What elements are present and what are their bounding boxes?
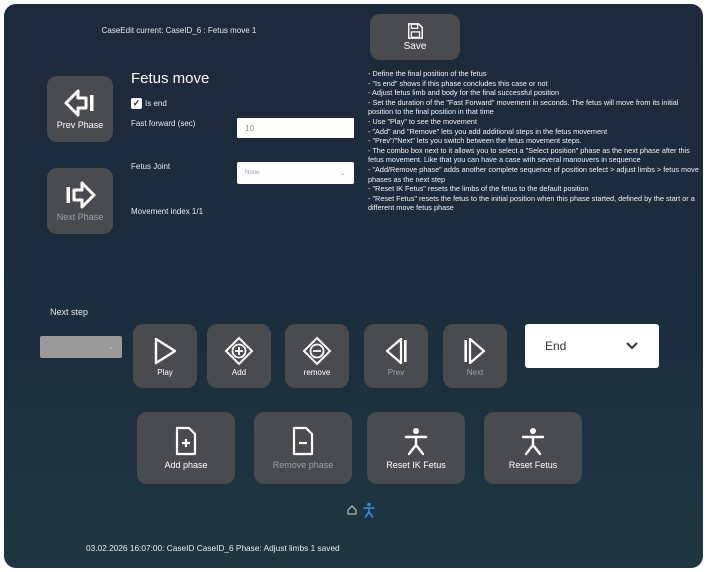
help-line: - "Prev"/"Next" lets you switch between … xyxy=(368,136,582,146)
movement-index: Movement index 1/1 xyxy=(131,207,204,216)
play-icon xyxy=(154,337,177,364)
case-edit-panel: CaseEdit current: CaseID_6 : Fetus move … xyxy=(4,4,703,568)
help-line: - Adjust fetus limb and body for the fin… xyxy=(368,88,560,98)
remove-label: remove xyxy=(303,367,331,377)
person-icon xyxy=(521,428,545,456)
prev-step-button[interactable]: Prev xyxy=(364,324,428,388)
add-phase-label: Add phase xyxy=(164,460,208,470)
help-line: - Define the final position of the fetus xyxy=(368,69,487,78)
add-step-button[interactable]: Add xyxy=(207,324,271,388)
mode-icons xyxy=(347,502,375,518)
person-icon xyxy=(404,428,428,456)
prev-label: Prev xyxy=(387,367,405,377)
prev-phase-label: Prev Phase xyxy=(56,120,104,130)
case-title: CaseEdit current: CaseID_6 : Fetus move … xyxy=(101,26,257,35)
save-button[interactable]: Save xyxy=(370,14,460,60)
play-button[interactable]: Play xyxy=(133,324,197,388)
help-text: - Define the final position of the fetus… xyxy=(368,69,700,213)
chevron-down-icon: ⌄ xyxy=(340,170,346,177)
is-end-checkbox[interactable]: ✓ xyxy=(131,98,142,109)
next-step-select[interactable]: ⌄ xyxy=(40,336,122,358)
arrow-right-bar-icon xyxy=(66,181,96,209)
next-label: Next xyxy=(466,367,484,377)
add-phase-button[interactable]: Add phase xyxy=(137,412,235,484)
remove-phase-label: Remove phase xyxy=(272,460,334,470)
reset-fetus-button[interactable]: Reset Fetus xyxy=(484,412,582,484)
reset-fetus-label: Reset Fetus xyxy=(508,460,558,470)
floppy-disk-icon xyxy=(407,23,423,39)
reset-ik-fetus-button[interactable]: Reset IK Fetus xyxy=(367,412,465,484)
is-end-toggle[interactable]: ✓ Is end xyxy=(131,98,167,109)
fast-forward-label: Fast forward (sec) xyxy=(131,119,196,128)
help-line: - "Reset IK Fetus" resets the limbs of t… xyxy=(368,184,589,194)
help-line: - "Reset Fetus" resets the fetus to the … xyxy=(368,193,695,213)
help-line: - Set the duration of the "Fast Forward"… xyxy=(368,97,679,117)
remove-phase-button[interactable]: Remove phase xyxy=(254,412,352,484)
help-line: - "Add" and "Remove" lets you add additi… xyxy=(368,126,608,136)
chevron-down-icon: ⌄ xyxy=(108,344,114,351)
checkmark-icon: ✓ xyxy=(132,98,141,108)
minus-diamond-icon xyxy=(302,336,332,365)
next-step-label: Next step xyxy=(50,307,89,317)
help-line: - "Add/Remove phase" adds another comple… xyxy=(368,164,699,184)
save-label: Save xyxy=(403,41,427,52)
next-step-button[interactable]: Next xyxy=(443,324,507,388)
add-label: Add xyxy=(231,367,247,377)
section-title: Fetus move xyxy=(131,70,210,87)
next-phase-select-value: End xyxy=(545,339,567,353)
add-file-icon xyxy=(175,426,197,456)
play-label: Play xyxy=(157,367,173,377)
status-message: 03.02.2026 16:07:00: CaseID CaseID_6 Pha… xyxy=(86,543,340,553)
home-icon[interactable] xyxy=(347,505,357,515)
next-phase-label: Next Phase xyxy=(56,212,104,222)
is-end-label: Is end xyxy=(145,99,167,108)
fast-forward-input[interactable] xyxy=(237,118,354,138)
help-line: - "Is end" shows if this phase concludes… xyxy=(368,78,548,88)
step-forward-icon xyxy=(464,337,486,364)
fetus-joint-value: None xyxy=(245,170,260,176)
plus-diamond-icon xyxy=(224,336,254,365)
reset-ik-label: Reset IK Fetus xyxy=(386,460,446,470)
step-back-icon xyxy=(385,337,407,364)
fetus-joint-label: Fetus Joint xyxy=(131,162,171,171)
fetus-joint-select[interactable]: None ⌄ xyxy=(237,162,354,184)
arrow-left-bar-icon xyxy=(64,89,94,117)
help-line: - The combo box next to it allows you to… xyxy=(368,145,690,165)
remove-step-button[interactable]: remove xyxy=(285,324,349,388)
figure-icon[interactable] xyxy=(363,502,375,518)
chevron-down-icon xyxy=(626,342,638,350)
next-phase-button[interactable]: Next Phase xyxy=(47,168,113,234)
next-phase-select[interactable]: End xyxy=(525,324,659,368)
prev-phase-button[interactable]: Prev Phase xyxy=(47,76,113,142)
help-line: - Use "Play" to see the movement xyxy=(368,116,478,126)
remove-file-icon xyxy=(292,426,314,456)
